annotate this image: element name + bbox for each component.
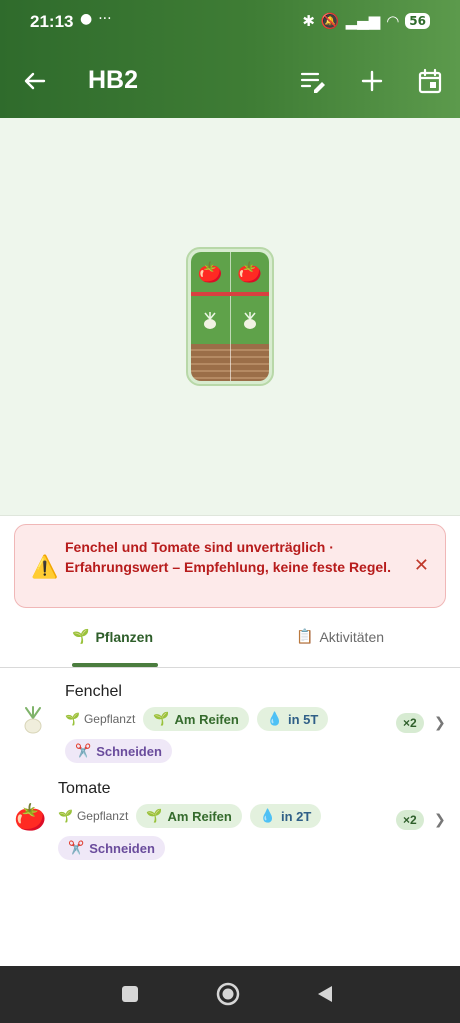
warning-icon: ⚠️ [31,555,59,580]
cutting-chip[interactable]: ✂️ Schneiden [65,739,172,763]
list-item-tomate[interactable]: 🍅 Tomate 🌱 Gepflanzt 🌱 Am Reifen 💧 in 2T… [0,777,460,867]
watering-chip[interactable]: 💧 in 2T [249,804,322,828]
plant-chips: 🌱 Gepflanzt 🌱 Am Reifen 💧 in 2T [58,804,322,828]
tomato-icon: 🍅 [197,260,223,284]
wifi-icon: ◠ [386,12,400,30]
system-nav-bar [0,966,460,1023]
back-arrow-icon[interactable] [20,66,50,96]
plant-name: Tomate [58,780,111,797]
water-drop-icon: 💧 [266,711,283,726]
bed-row-fennel[interactable] [191,296,269,344]
status-notification-icons: ● ··· [80,11,112,27]
seedling-icon: 🌱 [146,808,163,823]
app-root: 21:13 ● ··· ✱ 🔕 ▂▄▆ ◠ 56 HB2 🍅 🍅 ⚠️ Fenc… [0,0,460,1023]
tab-bar: 🌱 Pflanzen 📋 Aktivitäten [0,614,460,668]
tab-label: Pflanzen [95,628,154,645]
bed-row-empty-soil[interactable] [191,344,269,381]
water-drop-icon: 💧 [259,808,276,823]
cutting-chip[interactable]: ✂️ Schneiden [58,836,165,860]
home-button[interactable] [216,982,240,1006]
growth-chip[interactable]: 🌱 Am Reifen [136,804,242,828]
count-badge: ×2 [396,810,424,830]
seedling-icon: 🌱 [72,628,90,644]
status-label: 🌱 Gepflanzt [58,809,129,823]
plant-chips: 🌱 Gepflanzt 🌱 Am Reifen 💧 in 5T [65,707,329,731]
plant-name: Fenchel [65,683,122,700]
status-system-icons: ✱ 🔕 ▂▄▆ ◠ 56 [302,12,430,30]
fennel-icon [229,296,270,344]
clipboard-icon: 📋 [296,628,314,644]
tab-pflanzen[interactable]: 🌱 Pflanzen [72,628,153,645]
add-icon[interactable] [357,66,387,96]
status-bar: 21:13 ● ··· ✱ 🔕 ▂▄▆ ◠ 56 [0,0,460,46]
count-badge: ×2 [396,713,424,733]
edit-list-icon[interactable] [298,66,328,96]
fennel-icon [20,704,46,741]
watering-chip[interactable]: 💧 in 5T [256,707,329,731]
top-bar: 21:13 ● ··· ✱ 🔕 ▂▄▆ ◠ 56 HB2 [0,0,460,118]
close-icon[interactable]: ✕ [414,555,429,576]
bluetooth-icon: ✱ [302,12,315,30]
back-button[interactable] [316,984,334,1004]
status-label: 🌱 Gepflanzt [65,712,136,726]
plant-chips-second-row: ✂️ Schneiden [58,836,165,860]
battery-icon: 56 [405,13,430,29]
recents-button[interactable] [121,985,139,1003]
fennel-icon [191,296,230,344]
soil-divider [230,344,231,381]
tab-aktivitaeten[interactable]: 📋 Aktivitäten [296,628,384,645]
page-title: HB2 [88,66,139,94]
incompatibility-warning: ⚠️ Fenchel und Tomate sind unverträglich… [14,524,446,608]
notification-icon: ● [80,11,93,27]
seedling-icon: 🌱 [58,809,73,823]
more-notifications-icon: ··· [98,11,112,27]
seedling-icon: 🌱 [65,712,80,726]
status-time: 21:13 [30,12,74,31]
plant-chips-second-row: ✂️ Schneiden [65,739,172,763]
garden-bed[interactable]: 🍅 🍅 [186,247,274,386]
list-item-fenchel[interactable]: Fenchel 🌱 Gepflanzt 🌱 Am Reifen 💧 in 5T … [0,680,460,770]
tomato-icon: 🍅 [229,252,270,292]
garden-canvas[interactable]: 🍅 🍅 [0,118,460,516]
calendar-icon[interactable] [415,66,445,96]
mute-icon: 🔕 [320,12,340,30]
seedling-icon: 🌱 [153,711,170,726]
signal-icon: ▂▄▆ [345,12,381,30]
tab-label: Aktivitäten [319,628,385,645]
bed-row-tomato[interactable]: 🍅 🍅 [191,252,269,296]
tomato-icon: 🍅 [14,803,47,833]
active-tab-indicator [72,663,158,667]
chevron-right-icon[interactable]: ❯ [434,715,446,731]
garden-bed-inner: 🍅 🍅 [191,252,269,381]
scissors-icon: ✂️ [75,743,92,758]
app-bar: HB2 [0,50,460,114]
growth-chip[interactable]: 🌱 Am Reifen [143,707,249,731]
warning-text: Fenchel und Tomate sind unverträglich · … [65,539,391,575]
scissors-icon: ✂️ [68,840,85,855]
chevron-right-icon[interactable]: ❯ [434,812,446,828]
